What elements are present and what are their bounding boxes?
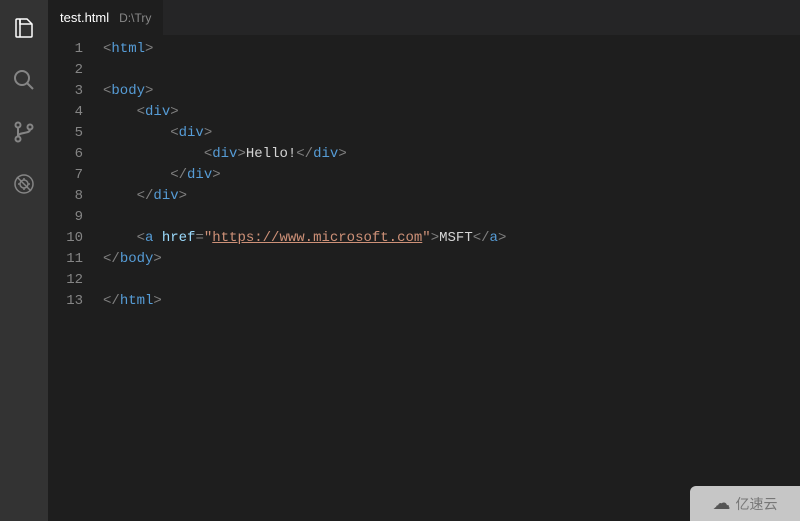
line-number: 4 bbox=[48, 102, 83, 123]
line-number: 12 bbox=[48, 270, 83, 291]
code-line bbox=[103, 207, 800, 228]
main-area: test.html D:\Try 1 2 3 4 5 6 7 8 9 10 11… bbox=[48, 0, 800, 521]
code-line: </div> bbox=[103, 186, 800, 207]
activity-debug[interactable] bbox=[0, 164, 48, 204]
tab-bar: test.html D:\Try bbox=[48, 0, 800, 35]
tab-filename: test.html bbox=[60, 10, 109, 25]
files-icon bbox=[12, 16, 36, 40]
code-line bbox=[103, 270, 800, 291]
line-number: 2 bbox=[48, 60, 83, 81]
line-number: 10 bbox=[48, 228, 83, 249]
watermark-text: 亿速云 bbox=[736, 494, 778, 514]
search-icon bbox=[12, 68, 36, 92]
activity-source-control[interactable] bbox=[0, 112, 48, 152]
code-line: <div>Hello!</div> bbox=[103, 144, 800, 165]
line-number: 5 bbox=[48, 123, 83, 144]
line-number: 8 bbox=[48, 186, 83, 207]
line-number: 1 bbox=[48, 39, 83, 60]
line-number: 6 bbox=[48, 144, 83, 165]
line-number: 9 bbox=[48, 207, 83, 228]
code-line bbox=[103, 60, 800, 81]
code-line: </html> bbox=[103, 291, 800, 312]
cloud-icon: ☁ bbox=[713, 493, 731, 514]
activity-bar bbox=[0, 0, 48, 521]
tab-testhtml[interactable]: test.html D:\Try bbox=[48, 0, 164, 35]
line-number: 7 bbox=[48, 165, 83, 186]
tab-path: D:\Try bbox=[119, 11, 151, 25]
code-line: <div> bbox=[103, 102, 800, 123]
code-line: <a href="https://www.microsoft.com">MSFT… bbox=[103, 228, 800, 249]
code-area[interactable]: <html> <body> <div> <div> <div>Hello!</d… bbox=[103, 39, 800, 521]
line-number: 13 bbox=[48, 291, 83, 312]
code-line: <html> bbox=[103, 39, 800, 60]
code-line: </div> bbox=[103, 165, 800, 186]
line-number: 11 bbox=[48, 249, 83, 270]
activity-search[interactable] bbox=[0, 60, 48, 100]
activity-explorer[interactable] bbox=[0, 8, 48, 48]
branch-icon bbox=[12, 120, 36, 144]
code-line: <body> bbox=[103, 81, 800, 102]
bug-icon bbox=[12, 172, 36, 196]
line-number-gutter: 1 2 3 4 5 6 7 8 9 10 11 12 13 bbox=[48, 39, 103, 521]
code-line: </body> bbox=[103, 249, 800, 270]
code-line: <div> bbox=[103, 123, 800, 144]
line-number: 3 bbox=[48, 81, 83, 102]
watermark: ☁ 亿速云 bbox=[690, 486, 800, 521]
editor[interactable]: 1 2 3 4 5 6 7 8 9 10 11 12 13 <html> <bo… bbox=[48, 35, 800, 521]
